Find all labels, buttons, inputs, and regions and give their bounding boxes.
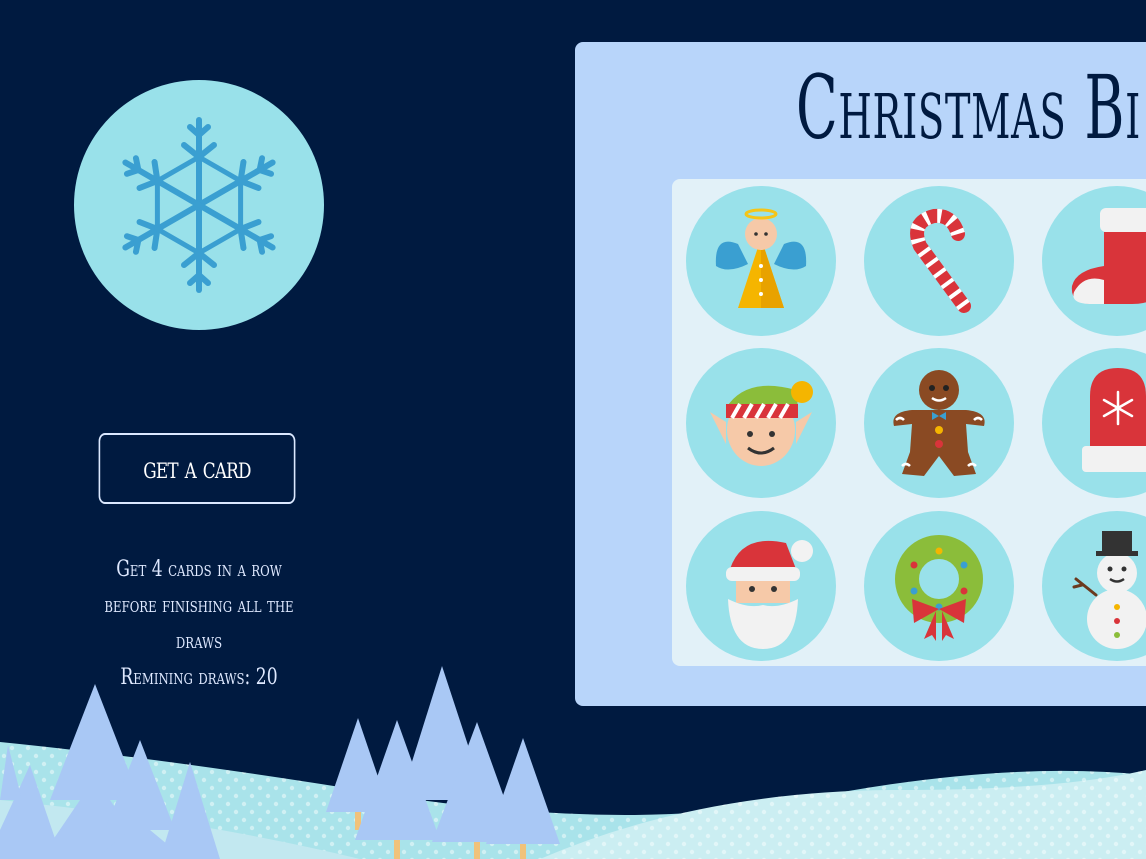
get-card-label: get a card <box>143 451 251 486</box>
bingo-cell-candy-cane[interactable] <box>864 186 1014 336</box>
page-title: Christmas Bi <box>796 56 1141 159</box>
bingo-cell-santa[interactable] <box>686 511 836 661</box>
get-card-button[interactable]: get a card <box>98 433 296 504</box>
gingerbread-man-icon <box>893 370 985 476</box>
bingo-cell-angel[interactable] <box>686 186 836 336</box>
bingo-cell-mitten[interactable] <box>1042 348 1146 498</box>
snow-hill-front <box>540 770 1146 859</box>
snowflake-badge <box>74 80 324 330</box>
bingo-cell-wreath[interactable] <box>864 511 1014 661</box>
mitten-icon <box>1082 368 1146 472</box>
snowflake-circle <box>74 80 324 330</box>
bingo-grid <box>672 179 1146 666</box>
trees-left <box>0 684 220 859</box>
bingo-cell-snowman[interactable] <box>1042 511 1146 661</box>
stocking-icon <box>1071 208 1146 304</box>
snowflake-icon <box>114 117 284 295</box>
wreath-icon <box>895 535 983 641</box>
bingo-cell-gingerbread[interactable] <box>864 348 1014 498</box>
elf-icon <box>710 381 813 466</box>
santa-icon <box>726 540 813 649</box>
bingo-cell-stocking[interactable] <box>1042 186 1146 336</box>
trees-middle <box>326 666 560 859</box>
candy-cane-icon <box>910 208 971 313</box>
snow-hill-back <box>0 742 1146 859</box>
bingo-cell-elf[interactable] <box>686 348 836 498</box>
remaining-draws: Remining draws: 20 <box>120 665 278 690</box>
snowman-icon <box>1072 531 1146 649</box>
angel-icon <box>715 208 807 308</box>
instructions-text: Get 4 cards in a row before finishing al… <box>104 557 294 654</box>
